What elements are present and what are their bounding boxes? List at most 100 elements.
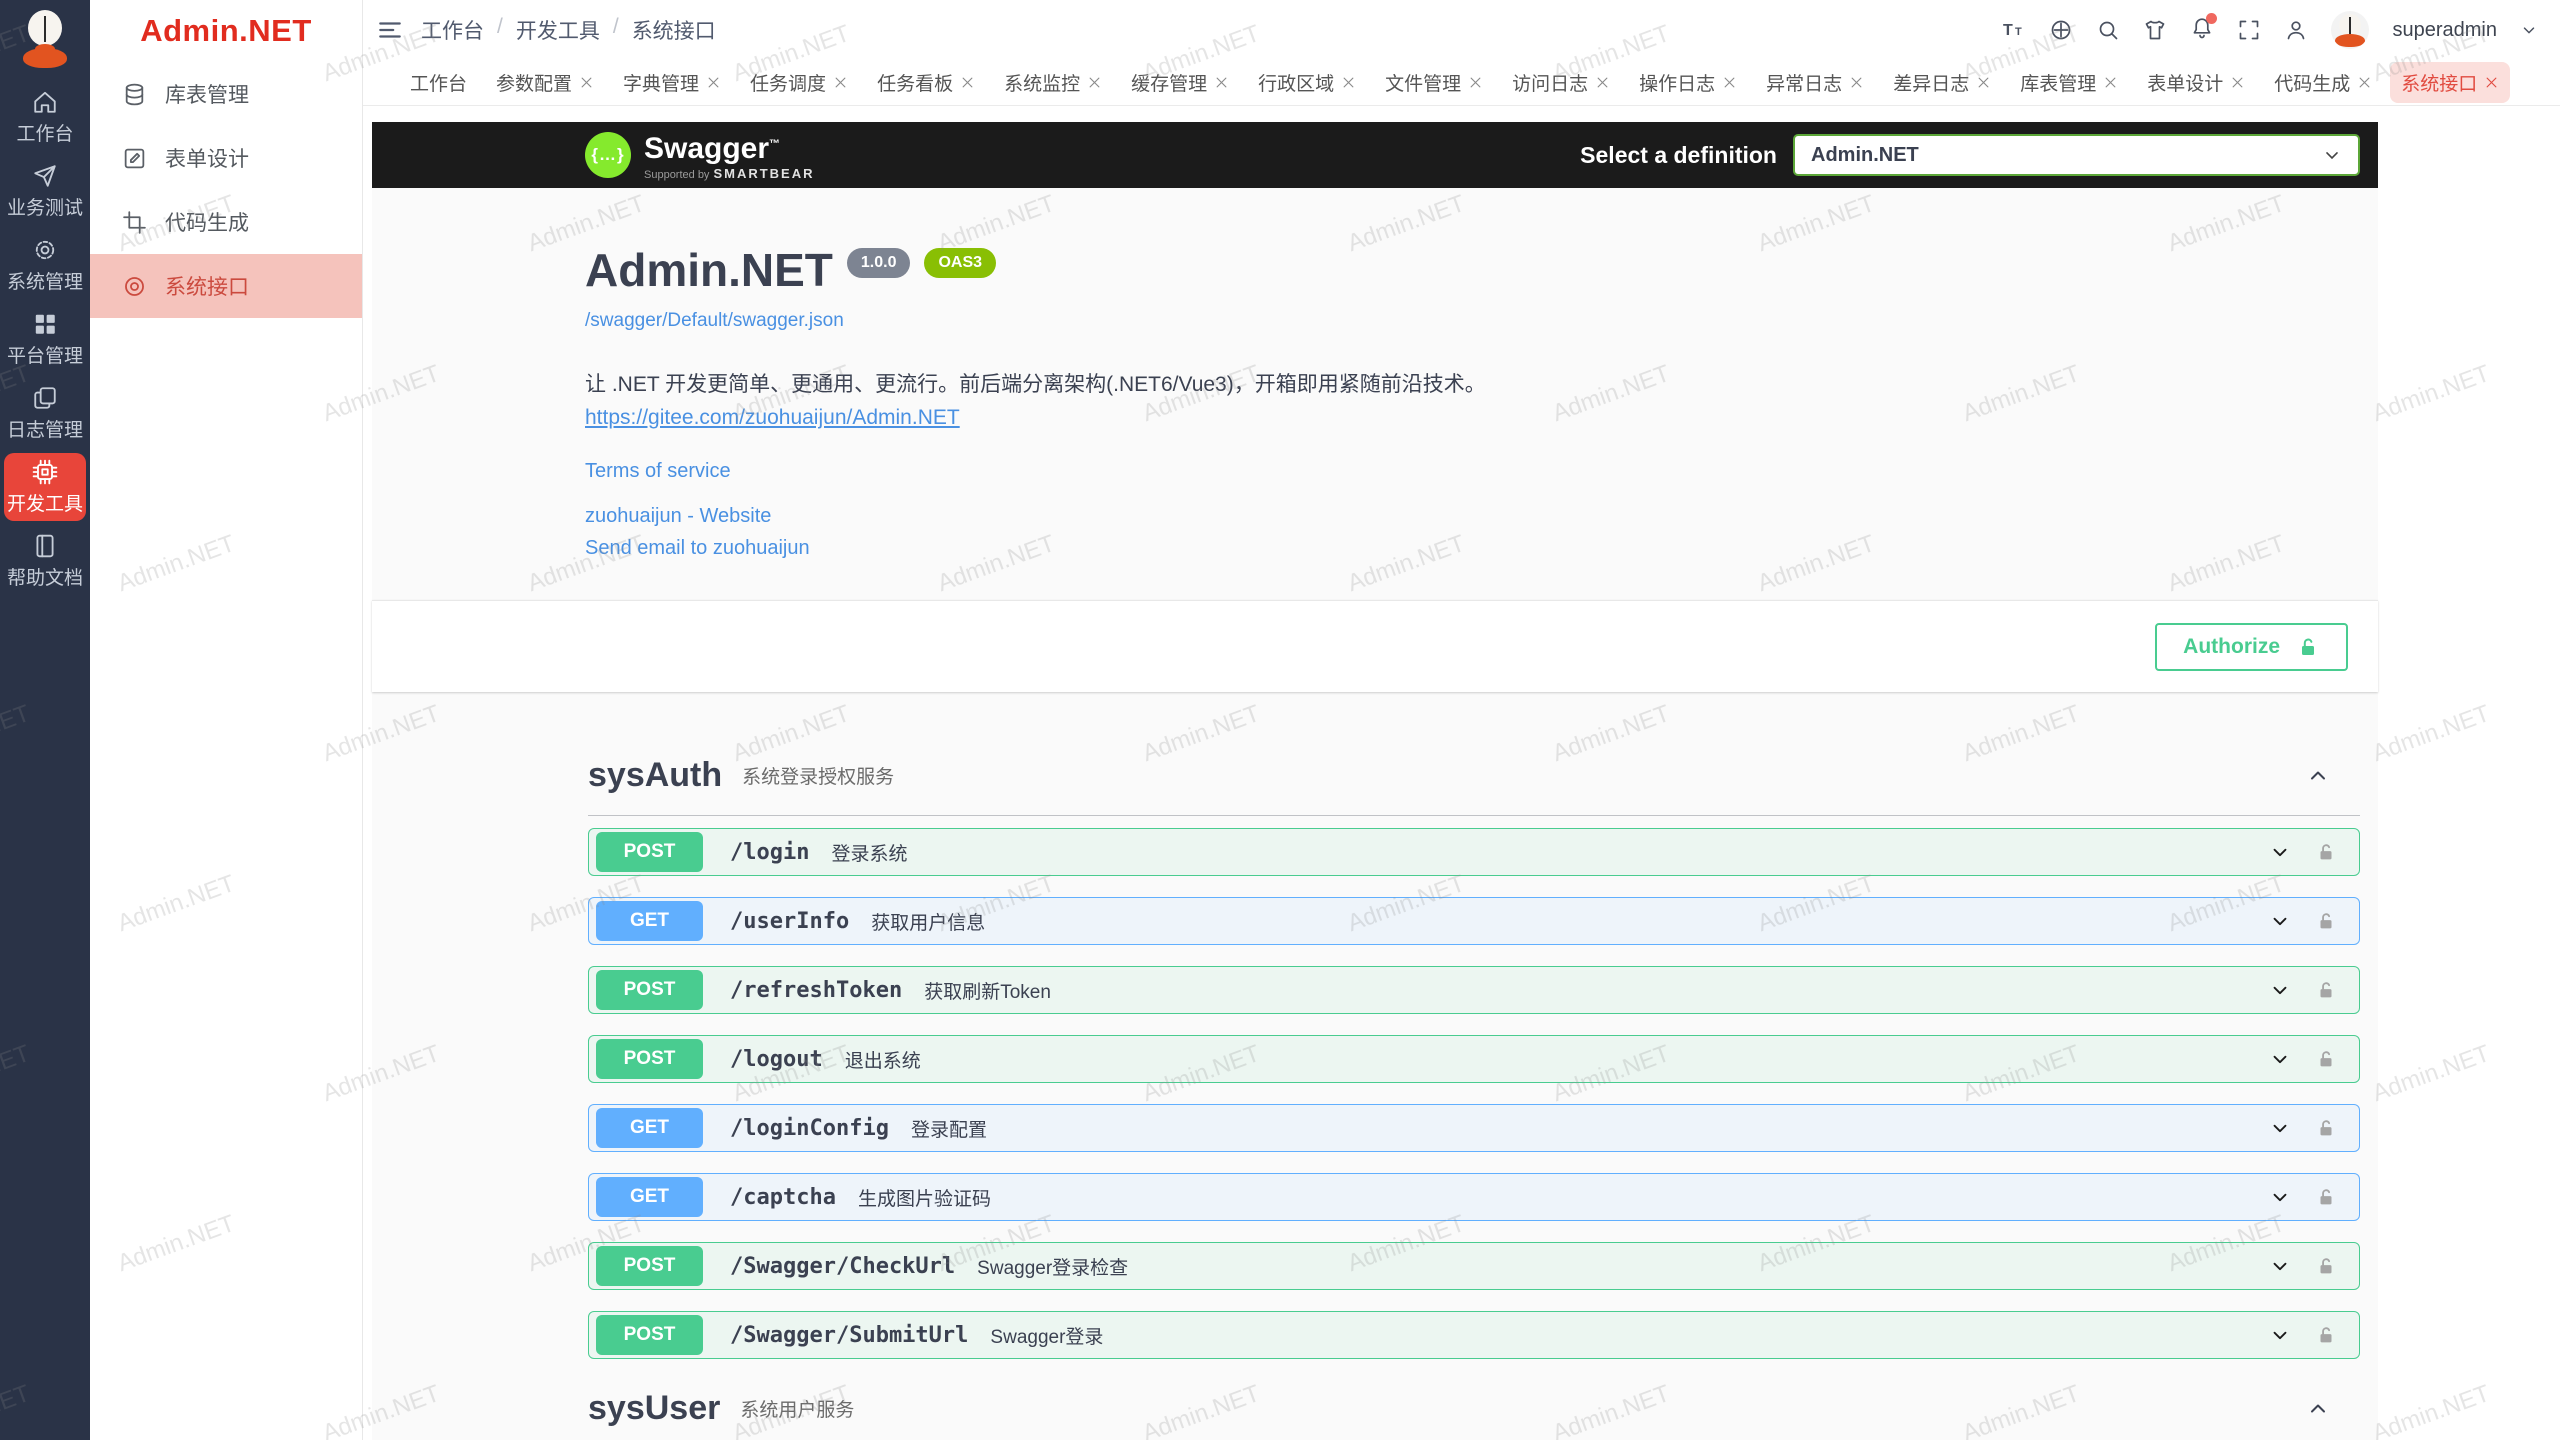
close-icon[interactable] (579, 75, 594, 90)
language-icon[interactable] (2049, 18, 2073, 42)
close-icon[interactable] (1595, 75, 1610, 90)
contact-link[interactable]: zuohuaijun - Website (585, 505, 2360, 528)
authorize-button[interactable]: Authorize (2155, 623, 2348, 671)
close-icon[interactable] (1722, 75, 1737, 90)
chevron-down-icon[interactable] (2269, 1255, 2291, 1277)
section-header-sysauth[interactable]: sysAuth 系统登录授权服务 (588, 756, 2360, 816)
chevron-down-icon[interactable] (2520, 21, 2538, 39)
chevron-up-icon[interactable] (2306, 764, 2330, 788)
close-icon[interactable] (2484, 75, 2499, 90)
lock-open-icon[interactable] (2315, 1117, 2337, 1139)
sidebar-collapse-icon[interactable] (377, 17, 403, 43)
lock-open-icon[interactable] (2315, 910, 2337, 932)
chevron-down-icon[interactable] (2269, 1186, 2291, 1208)
email-link[interactable]: Send email to zuohuaijun (585, 537, 2360, 560)
close-icon[interactable] (1214, 75, 1229, 90)
sidebar-item-db-table-mgmt[interactable]: 库表管理 (90, 62, 362, 126)
sidebar-item-label: 系统接口 (165, 271, 249, 301)
close-icon[interactable] (2230, 75, 2245, 90)
theme-icon[interactable] (2143, 18, 2167, 42)
font-size-icon[interactable]: TT (2002, 18, 2026, 42)
tab[interactable]: 差异日志 (1882, 62, 2002, 103)
spec-url-link[interactable]: /swagger/Default/swagger.json (585, 310, 844, 332)
lock-open-icon[interactable] (2315, 1048, 2337, 1070)
close-icon[interactable] (2357, 75, 2372, 90)
breadcrumb-separator: / (497, 15, 503, 45)
terms-link[interactable]: Terms of service (585, 460, 2360, 483)
breadcrumb-item[interactable]: 工作台 (421, 15, 484, 45)
chevron-down-icon[interactable] (2269, 910, 2291, 932)
sidebar-item-code-gen[interactable]: 代码生成 (90, 190, 362, 254)
search-icon[interactable] (2096, 18, 2120, 42)
tab-label: 表单设计 (2147, 69, 2223, 96)
chevron-down-icon[interactable] (2269, 1117, 2291, 1139)
api-operation-row[interactable]: GET /captcha 生成图片验证码 (588, 1173, 2360, 1221)
tab[interactable]: 任务看板 (866, 62, 986, 103)
rail-item-log-mgmt[interactable]: 日志管理 (4, 379, 86, 447)
api-operation-row[interactable]: POST /Swagger/SubmitUrl Swagger登录 (588, 1311, 2360, 1359)
notification-bell[interactable] (2190, 16, 2214, 45)
tab[interactable]: 系统接口 (2390, 62, 2510, 103)
chevron-down-icon[interactable] (2269, 1324, 2291, 1346)
close-icon[interactable] (706, 75, 721, 90)
tab[interactable]: 字典管理 (612, 62, 732, 103)
tab[interactable]: 表单设计 (2136, 62, 2256, 103)
lock-open-icon[interactable] (2315, 841, 2337, 863)
chevron-up-icon[interactable] (2306, 1397, 2330, 1421)
rail-item-label: 日志管理 (7, 415, 83, 442)
tab[interactable]: 文件管理 (1374, 62, 1494, 103)
tab[interactable]: 异常日志 (1755, 62, 1875, 103)
close-icon[interactable] (833, 75, 848, 90)
api-operation-row[interactable]: POST /Swagger/CheckUrl Swagger登录检查 (588, 1242, 2360, 1290)
username[interactable]: superadmin (2392, 19, 2497, 42)
api-operation-row[interactable]: POST /logout 退出系统 (588, 1035, 2360, 1083)
chevron-down-icon[interactable] (2269, 979, 2291, 1001)
api-operation-row[interactable]: GET /loginConfig 登录配置 (588, 1104, 2360, 1152)
user-avatar[interactable] (2331, 11, 2369, 49)
close-icon[interactable] (1849, 75, 1864, 90)
rail-item-platform-mgmt[interactable]: 平台管理 (4, 305, 86, 373)
close-icon[interactable] (1468, 75, 1483, 90)
chevron-down-icon[interactable] (2269, 1048, 2291, 1070)
tab[interactable]: 任务调度 (739, 62, 859, 103)
lock-open-icon[interactable] (2315, 1186, 2337, 1208)
sidebar-item-system-api[interactable]: 系统接口 (90, 254, 362, 318)
operation-path: /userInfo (730, 909, 849, 934)
tab[interactable]: 系统监控 (993, 62, 1113, 103)
rail-item-dev-tools[interactable]: 开发工具 (4, 453, 86, 521)
breadcrumb-item[interactable]: 开发工具 (516, 15, 600, 45)
definition-select[interactable]: Admin.NET (1793, 134, 2360, 176)
tab[interactable]: 工作台 (399, 62, 478, 103)
rail-item-workbench[interactable]: 工作台 (4, 83, 86, 151)
lock-open-icon[interactable] (2315, 1324, 2337, 1346)
close-icon[interactable] (2103, 75, 2118, 90)
lock-open-icon[interactable] (2315, 1255, 2337, 1277)
api-operation-row[interactable]: POST /refreshToken 获取刷新Token (588, 966, 2360, 1014)
close-icon[interactable] (1976, 75, 1991, 90)
tab[interactable]: 库表管理 (2009, 62, 2129, 103)
svg-text:T: T (2015, 26, 2022, 38)
close-icon[interactable] (1087, 75, 1102, 90)
app-logo[interactable] (18, 8, 72, 68)
repo-link[interactable]: https://gitee.com/zuohuaijun/Admin.NET (585, 406, 960, 430)
close-icon[interactable] (1341, 75, 1356, 90)
tab[interactable]: 访问日志 (1501, 62, 1621, 103)
fullscreen-icon[interactable] (2237, 18, 2261, 42)
api-operation-row[interactable]: GET /userInfo 获取用户信息 (588, 897, 2360, 945)
lock-open-icon[interactable] (2315, 979, 2337, 1001)
close-icon[interactable] (960, 75, 975, 90)
tab[interactable]: 行政区域 (1247, 62, 1367, 103)
breadcrumb-item[interactable]: 系统接口 (632, 15, 716, 45)
sidebar-item-form-design[interactable]: 表单设计 (90, 126, 362, 190)
api-operation-row[interactable]: POST /login 登录系统 (588, 828, 2360, 876)
rail-item-help-docs[interactable]: 帮助文档 (4, 527, 86, 595)
tab[interactable]: 缓存管理 (1120, 62, 1240, 103)
tab[interactable]: 参数配置 (485, 62, 605, 103)
rail-item-system-mgmt[interactable]: 系统管理 (4, 231, 86, 299)
profile-icon[interactable] (2284, 18, 2308, 42)
tab[interactable]: 操作日志 (1628, 62, 1748, 103)
chevron-down-icon[interactable] (2269, 841, 2291, 863)
section-header-sysuser[interactable]: sysUser 系统用户服务 (588, 1389, 2360, 1440)
tab[interactable]: 代码生成 (2263, 62, 2383, 103)
rail-item-biz-test[interactable]: 业务测试 (4, 157, 86, 225)
